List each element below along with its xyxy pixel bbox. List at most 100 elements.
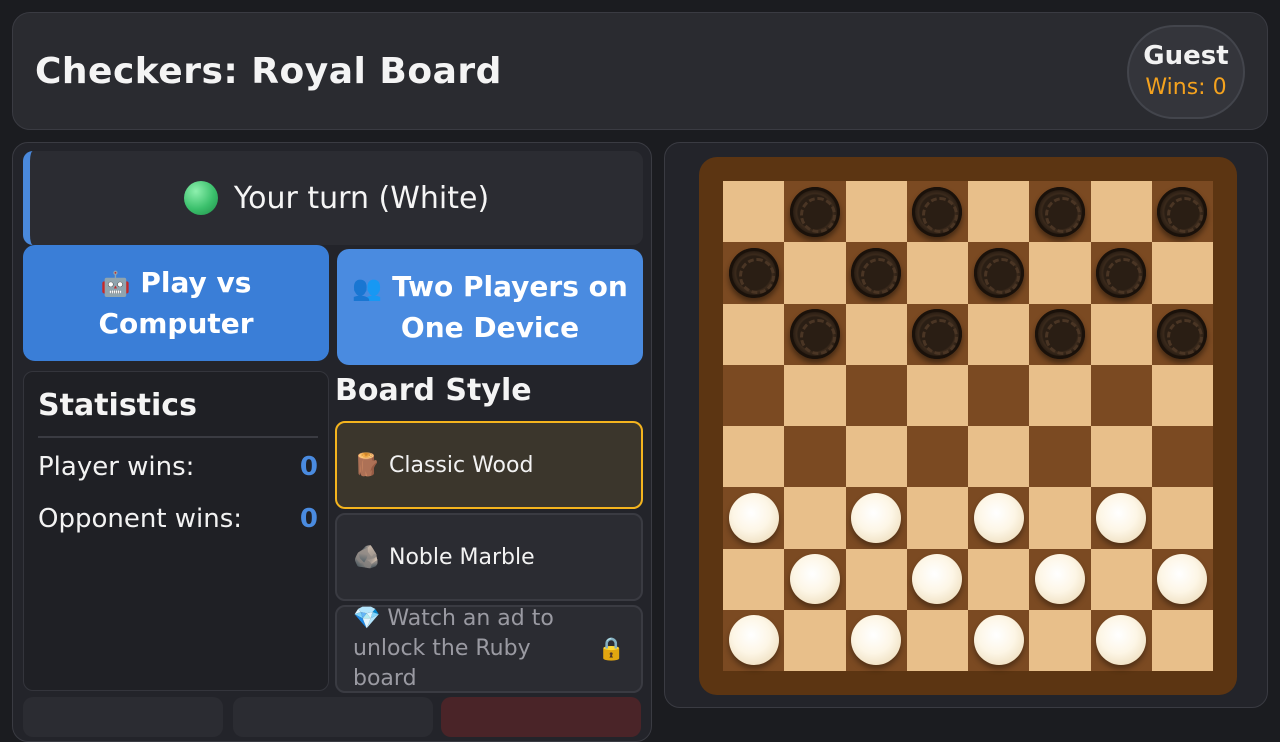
board-square[interactable]	[784, 426, 846, 488]
board-square[interactable]	[845, 242, 907, 304]
board-square[interactable]	[784, 242, 846, 304]
black-checker-piece[interactable]	[1034, 186, 1085, 237]
board-square[interactable]	[723, 242, 785, 304]
white-checker-piece[interactable]	[851, 492, 902, 543]
board-square[interactable]	[845, 548, 907, 610]
board-square[interactable]	[968, 487, 1030, 549]
black-checker-piece[interactable]	[851, 247, 902, 298]
board-square[interactable]	[723, 303, 785, 365]
white-checker-piece[interactable]	[728, 492, 779, 543]
board-square[interactable]	[1151, 303, 1213, 365]
board-square[interactable]	[723, 181, 785, 243]
board-square[interactable]	[784, 609, 846, 671]
board-square[interactable]	[1090, 609, 1152, 671]
black-checker-piece[interactable]	[973, 247, 1024, 298]
black-checker-piece[interactable]	[1034, 309, 1085, 360]
white-checker-piece[interactable]	[851, 615, 902, 666]
two-players-button[interactable]: 👥 Two Players on One Device	[337, 249, 643, 365]
board-square[interactable]	[784, 548, 846, 610]
board-square[interactable]	[1151, 548, 1213, 610]
board-square[interactable]	[784, 303, 846, 365]
white-checker-piece[interactable]	[728, 615, 779, 666]
board-square[interactable]	[968, 303, 1030, 365]
board-square[interactable]	[1090, 487, 1152, 549]
board-square[interactable]	[1151, 364, 1213, 426]
board-style-classic-wood[interactable]: 🪵 Classic Wood	[335, 421, 643, 509]
board-square[interactable]	[968, 426, 1030, 488]
board-square[interactable]	[1151, 609, 1213, 671]
board-square[interactable]	[968, 181, 1030, 243]
bottom-action-3[interactable]	[441, 697, 641, 737]
board-square[interactable]	[723, 609, 785, 671]
board-square[interactable]	[723, 487, 785, 549]
board-square[interactable]	[1029, 242, 1091, 304]
board-style-ruby-locked[interactable]: 💎 Watch an ad to unlock the Ruby board 🔒	[335, 605, 643, 693]
white-checker-piece[interactable]	[973, 492, 1024, 543]
board-square[interactable]	[1090, 181, 1152, 243]
white-checker-piece[interactable]	[1096, 615, 1147, 666]
board-square[interactable]	[968, 609, 1030, 671]
player-profile-badge[interactable]: Guest Wins: 0	[1127, 25, 1245, 119]
board-square[interactable]	[906, 364, 968, 426]
board-square[interactable]	[723, 426, 785, 488]
board-square[interactable]	[1029, 426, 1091, 488]
board-square[interactable]	[906, 609, 968, 671]
board-square[interactable]	[845, 364, 907, 426]
black-checker-piece[interactable]	[728, 247, 779, 298]
board-square[interactable]	[845, 181, 907, 243]
board-square[interactable]	[845, 426, 907, 488]
checkers-board[interactable]	[723, 181, 1213, 671]
board-square[interactable]	[845, 609, 907, 671]
board-square[interactable]	[906, 487, 968, 549]
board-square[interactable]	[968, 548, 1030, 610]
board-square[interactable]	[968, 364, 1030, 426]
board-square[interactable]	[784, 487, 846, 549]
board-square[interactable]	[1151, 181, 1213, 243]
black-checker-piece[interactable]	[1157, 309, 1208, 360]
white-checker-piece[interactable]	[973, 615, 1024, 666]
black-checker-piece[interactable]	[912, 186, 963, 237]
board-square[interactable]	[906, 548, 968, 610]
board-square[interactable]	[968, 242, 1030, 304]
board-square[interactable]	[906, 426, 968, 488]
white-checker-piece[interactable]	[912, 554, 963, 605]
black-checker-piece[interactable]	[1096, 247, 1147, 298]
white-checker-piece[interactable]	[1157, 554, 1208, 605]
black-checker-piece[interactable]	[912, 309, 963, 360]
board-square[interactable]	[906, 181, 968, 243]
white-checker-piece[interactable]	[1096, 492, 1147, 543]
board-square[interactable]	[784, 181, 846, 243]
bottom-action-2[interactable]	[233, 697, 433, 737]
board-square[interactable]	[1151, 426, 1213, 488]
board-square[interactable]	[845, 487, 907, 549]
board-square[interactable]	[845, 303, 907, 365]
board-square[interactable]	[1151, 487, 1213, 549]
board-square[interactable]	[1090, 426, 1152, 488]
two-players-label: Two Players on One Device	[392, 269, 628, 344]
white-checker-piece[interactable]	[1034, 554, 1085, 605]
board-square[interactable]	[723, 548, 785, 610]
black-checker-piece[interactable]	[789, 186, 840, 237]
board-square[interactable]	[906, 242, 968, 304]
white-checker-piece[interactable]	[789, 554, 840, 605]
board-square[interactable]	[1029, 548, 1091, 610]
board-square[interactable]	[1090, 303, 1152, 365]
board-square[interactable]	[1029, 364, 1091, 426]
board-square[interactable]	[906, 303, 968, 365]
play-vs-computer-button[interactable]: 🤖 Play vs Computer	[23, 245, 329, 361]
board-style-noble-marble[interactable]: 🪨 Noble Marble	[335, 513, 643, 601]
board-square[interactable]	[1151, 242, 1213, 304]
black-checker-piece[interactable]	[789, 309, 840, 360]
board-square[interactable]	[723, 364, 785, 426]
board-square[interactable]	[1090, 364, 1152, 426]
black-checker-piece[interactable]	[1157, 186, 1208, 237]
bottom-action-1[interactable]	[23, 697, 223, 737]
stat-row-opponent-wins: Opponent wins: 0	[38, 504, 318, 534]
board-square[interactable]	[1090, 242, 1152, 304]
board-square[interactable]	[1029, 487, 1091, 549]
board-square[interactable]	[1029, 303, 1091, 365]
board-square[interactable]	[1029, 609, 1091, 671]
board-square[interactable]	[1029, 181, 1091, 243]
board-square[interactable]	[1090, 548, 1152, 610]
board-square[interactable]	[784, 364, 846, 426]
